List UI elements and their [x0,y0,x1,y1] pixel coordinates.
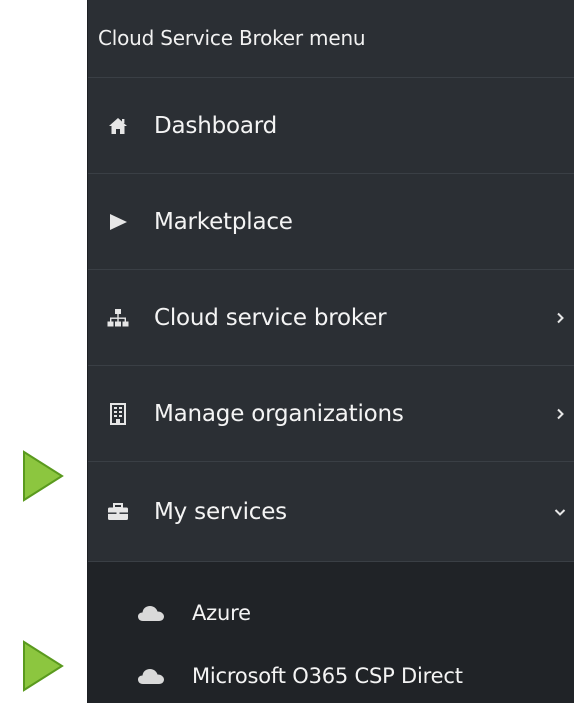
my-services-submenu: Azure Microsoft O365 CSP Direct [88,562,574,703]
submenu-item-azure[interactable]: Azure [88,588,574,638]
sidebar-item-label: Marketplace [154,208,293,235]
sidebar-item-marketplace[interactable]: Marketplace [88,174,574,270]
building-icon [106,402,130,426]
menu-title: Cloud Service Broker menu [88,0,574,78]
sidebar-item-label: Manage organizations [154,400,404,427]
sidebar-item-label: Cloud service broker [154,304,387,331]
sitemap-icon [106,306,130,330]
green-arrow-pointer-icon [23,450,64,502]
cloud-icon [136,602,166,624]
cloud-icon [136,665,166,687]
sidebar-item-cloud-service-broker[interactable]: Cloud service broker [88,270,574,366]
sidebar-item-label: Dashboard [154,112,277,139]
sidebar-item-my-services[interactable]: My services [88,462,574,562]
sidebar-item-label: My services [154,498,287,525]
play-icon [106,210,130,234]
green-arrow-pointer-icon [23,640,64,692]
chevron-right-icon [554,311,566,325]
chevron-down-icon [554,505,566,519]
sidebar-item-manage-organizations[interactable]: Manage organizations [88,366,574,462]
chevron-right-icon [554,407,566,421]
briefcase-icon [106,500,130,524]
submenu-item-label: Microsoft O365 CSP Direct [192,664,463,688]
screenshot-frame: Cloud Service Broker menu Dashboard Mark… [0,0,574,709]
sidebar-item-dashboard[interactable]: Dashboard [88,78,574,174]
submenu-item-label: Azure [192,601,251,625]
home-icon [106,114,130,138]
submenu-item-microsoft-o365-csp-direct[interactable]: Microsoft O365 CSP Direct [88,651,574,701]
sidebar-menu: Cloud Service Broker menu Dashboard Mark… [87,0,574,703]
